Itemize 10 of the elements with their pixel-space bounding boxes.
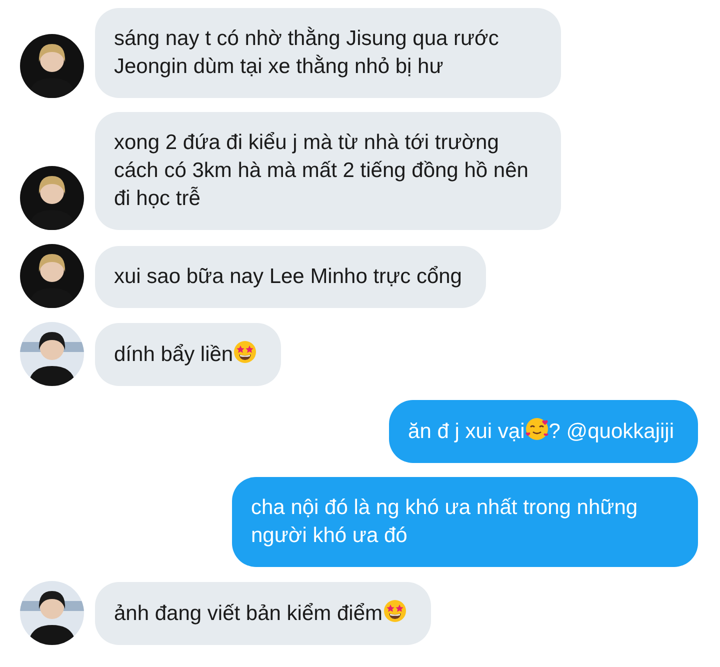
message-bubble: xui sao bữa nay Lee Minho trực cổng	[95, 246, 486, 308]
message-bubble: cha nội đó là ng khó ưa nhất trong những người khó ưa đó	[232, 477, 698, 567]
star-eyes-emoji-icon	[382, 599, 406, 623]
smile-hearts-emoji-icon	[524, 417, 549, 441]
message-bubble: xong 2 đứa đi kiểu j mà từ nhà tới trường cách có 3km hà mà mất 2 tiếng đồng hồ nên đi học trễ	[95, 112, 561, 230]
message-bubble: sáng nay t có nhờ thằng Jisung qua rước Jeongin dùm tại xe thằng nhỏ bị hư	[95, 8, 561, 98]
star-eyes-emoji-icon	[233, 340, 258, 364]
message-bubble: ảnh đang viết bản kiểm điểm	[95, 582, 430, 645]
message-bubble: ăn đ j xui vại ? @quokkajiji	[389, 400, 698, 463]
message-bubble: dính bẩy liền	[95, 323, 282, 386]
